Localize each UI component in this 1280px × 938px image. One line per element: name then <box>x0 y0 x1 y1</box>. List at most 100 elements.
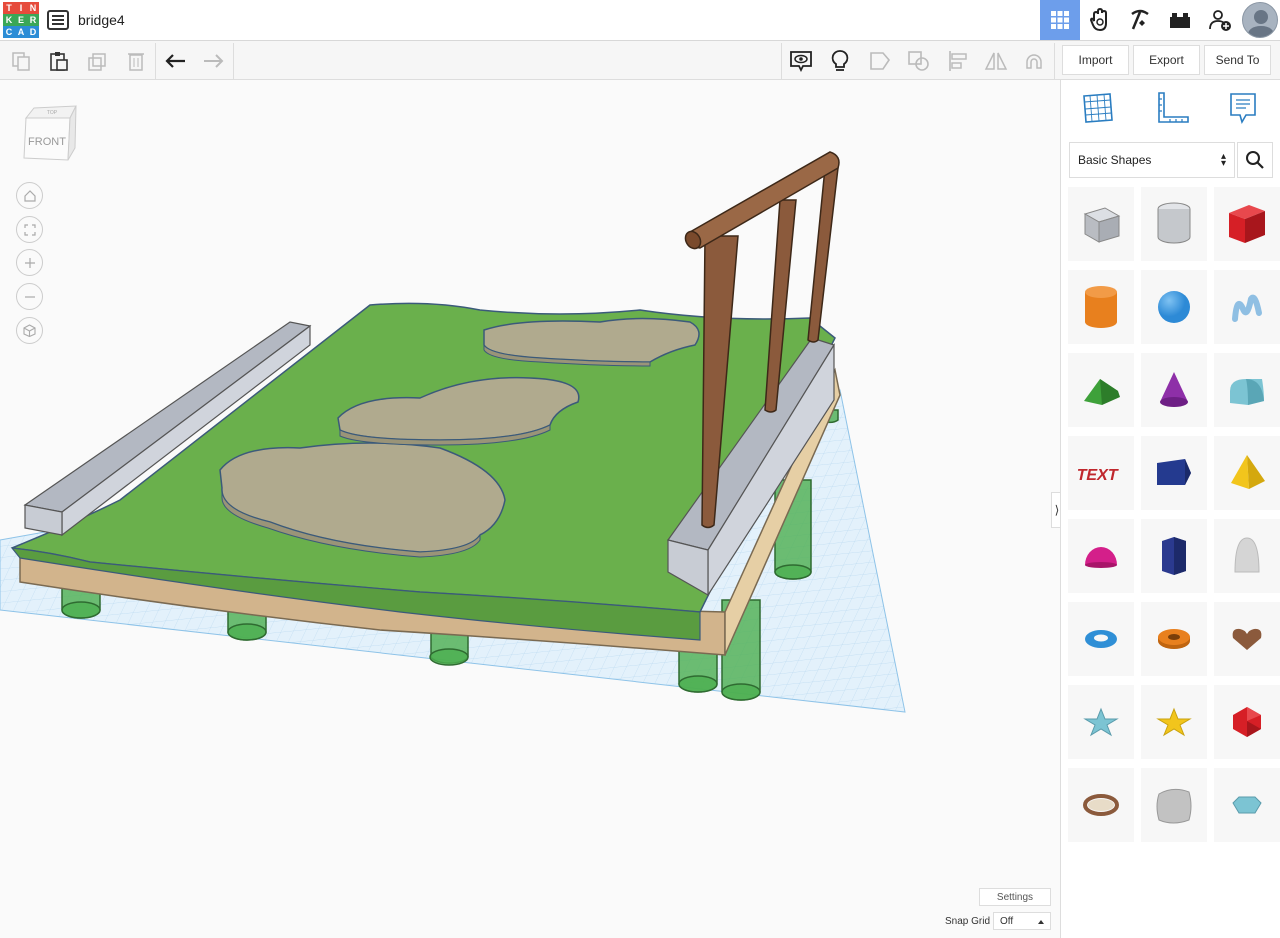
viewcube[interactable]: FRONT TOP <box>20 102 78 164</box>
logo-letter: A <box>15 26 27 38</box>
shape-cylinder[interactable] <box>1068 270 1134 344</box>
tinker-hand-icon[interactable] <box>1080 0 1120 40</box>
notes-icon[interactable] <box>1223 88 1263 128</box>
shape-roof[interactable] <box>1068 353 1134 427</box>
shape-box-hole[interactable] <box>1068 187 1134 261</box>
home-icon[interactable] <box>16 182 43 209</box>
redo-icon[interactable] <box>200 48 226 74</box>
settings-button[interactable]: Settings <box>979 888 1051 906</box>
logo-letter: D <box>27 26 39 38</box>
align-icon[interactable] <box>945 48 971 74</box>
magnet-icon[interactable] <box>1021 48 1047 74</box>
add-user-icon[interactable] <box>1200 0 1240 40</box>
scribble-icon <box>1232 294 1262 322</box>
rounded-box-icon <box>1156 788 1192 824</box>
shape-half-sphere[interactable] <box>1068 519 1134 593</box>
snap-grid-select[interactable]: Off <box>993 912 1051 930</box>
prism-icon <box>1157 459 1191 485</box>
logo-letter: R <box>27 14 39 26</box>
export-button[interactable]: Export <box>1133 45 1200 75</box>
shape-sphere[interactable] <box>1141 270 1207 344</box>
import-button[interactable]: Import <box>1062 45 1129 75</box>
tube-icon <box>1158 629 1190 649</box>
edit-toolbar: Import Export Send To <box>0 41 1280 80</box>
star-yellow-icon <box>1156 707 1192 737</box>
shape-tube[interactable] <box>1141 602 1207 676</box>
logo-letter: I <box>15 2 27 14</box>
shape-cylinder-hole[interactable] <box>1141 187 1207 261</box>
shape-round-roof[interactable] <box>1214 353 1280 427</box>
shape-scribble[interactable] <box>1214 270 1280 344</box>
notes-visibility-icon[interactable] <box>788 48 814 74</box>
viewcube-front-label: FRONT <box>28 136 66 148</box>
zoom-out-icon[interactable] <box>16 283 43 310</box>
lightbulb-icon[interactable] <box>827 48 853 74</box>
shape-paraboloid[interactable] <box>1214 519 1280 593</box>
polygon-icon <box>1162 537 1186 575</box>
heart-icon <box>1232 628 1262 650</box>
search-icon[interactable] <box>1237 142 1273 178</box>
svg-text:TEXT: TEXT <box>1078 466 1120 484</box>
box-icon <box>1229 205 1265 243</box>
star-icon <box>1083 707 1119 737</box>
viewcube-top-label: TOP <box>47 110 58 116</box>
shape-polygon[interactable] <box>1141 519 1207 593</box>
pyramid-icon <box>1231 455 1265 489</box>
ungroup-icon[interactable] <box>906 48 932 74</box>
design-list-icon[interactable] <box>47 10 69 30</box>
top-bar: TINKERCAD bridge4 <box>0 0 1280 41</box>
shapes-panel: Basic Shapes ▴ ▾ TEXT <box>1060 80 1280 938</box>
icosahedron-icon <box>1233 707 1261 737</box>
copy-icon[interactable] <box>8 48 34 74</box>
fit-icon[interactable] <box>16 216 43 243</box>
logo-letter: T <box>3 2 15 14</box>
undo-icon[interactable] <box>163 48 189 74</box>
paste-icon[interactable] <box>46 48 72 74</box>
bricks-icon[interactable] <box>1160 0 1200 40</box>
shape-heart[interactable] <box>1214 602 1280 676</box>
shape-prism[interactable] <box>1141 436 1207 510</box>
shape-cone[interactable] <box>1141 353 1207 427</box>
3d-viewport[interactable]: FRONT TOP ⟩ Settings Snap Grid Off <box>0 80 1063 938</box>
document-title[interactable]: bridge4 <box>78 12 125 28</box>
duplicate-icon[interactable] <box>85 48 111 74</box>
ring-icon <box>1083 794 1119 816</box>
round-roof-icon <box>1230 379 1264 405</box>
grid-view-icon[interactable] <box>1040 0 1080 40</box>
3d-scene[interactable] <box>0 80 1060 938</box>
avatar[interactable] <box>1242 2 1278 38</box>
shape-star-yellow[interactable] <box>1141 685 1207 759</box>
mirror-icon[interactable] <box>983 48 1009 74</box>
shape-box[interactable] <box>1214 187 1280 261</box>
shape-ring[interactable] <box>1068 768 1134 842</box>
shape-pyramid[interactable] <box>1214 436 1280 510</box>
shape-gem[interactable] <box>1214 768 1280 842</box>
box-hole-icon <box>1083 207 1121 243</box>
ruler-icon[interactable] <box>1153 88 1193 128</box>
pickaxe-icon[interactable] <box>1120 0 1160 40</box>
half-sphere-icon <box>1085 547 1117 568</box>
zoom-in-icon[interactable] <box>16 249 43 276</box>
shape-star[interactable] <box>1068 685 1134 759</box>
group-icon[interactable] <box>867 48 893 74</box>
gem-icon <box>1232 796 1262 814</box>
logo-letter: N <box>27 2 39 14</box>
shape-icosahedron[interactable] <box>1214 685 1280 759</box>
delete-icon[interactable] <box>123 48 149 74</box>
select-arrows-icon: ▴ ▾ <box>1220 151 1226 169</box>
roof-icon <box>1084 379 1120 405</box>
cylinder-hole-icon <box>1157 202 1191 244</box>
shape-torus[interactable] <box>1068 602 1134 676</box>
logo-letter: K <box>3 14 15 26</box>
paraboloid-icon <box>1234 537 1260 573</box>
shape-category-select[interactable]: Basic Shapes ▴ ▾ <box>1069 142 1235 178</box>
torus-icon <box>1085 630 1117 648</box>
send-to-button[interactable]: Send To <box>1204 45 1271 75</box>
tinkercad-logo[interactable]: TINKERCAD <box>3 2 39 38</box>
shape-rounded-box[interactable] <box>1141 768 1207 842</box>
ortho-icon[interactable] <box>16 317 43 344</box>
workplane-icon[interactable] <box>1077 88 1117 128</box>
shape-text[interactable]: TEXT <box>1068 436 1134 510</box>
snap-grid-label: Snap Grid <box>945 916 991 927</box>
logo-letter: C <box>3 26 15 38</box>
